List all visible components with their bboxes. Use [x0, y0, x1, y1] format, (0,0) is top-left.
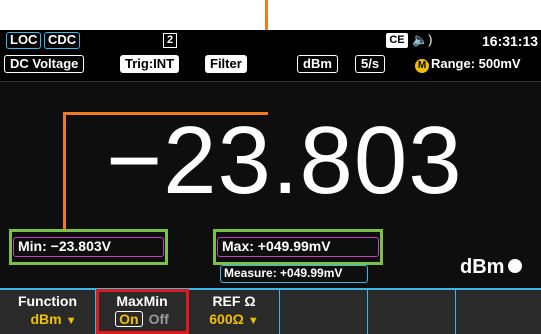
- softkey-function-title: Function: [17, 293, 78, 309]
- softkey-function-value: dBm ▼: [0, 310, 95, 330]
- status-dot-icon: [508, 259, 523, 273]
- interface-badge: CDC: [44, 32, 81, 49]
- softkey-ref-value-text: 600Ω: [209, 311, 244, 327]
- remote-status-badge[interactable]: LOC: [6, 32, 42, 49]
- page-indicator: 2: [163, 33, 177, 48]
- softkey-function-value-text: dBm: [30, 311, 62, 327]
- double-chevron-down-icon: ▼: [65, 315, 77, 327]
- main-reading: −23.803: [106, 107, 463, 214]
- range-label: Range: 500mV: [431, 56, 521, 71]
- unit-label: dBm: [460, 256, 523, 279]
- max-value-box: Max: +049.99mV: [217, 237, 379, 257]
- softkey-4[interactable]: [280, 290, 368, 334]
- callout-line-left: [63, 112, 66, 232]
- measure-value-box: Measure: +049.99mV: [220, 265, 368, 283]
- softkey-bar: Function dBm ▼ MaxMin On Off REF Ω 600Ω ▼: [0, 288, 541, 334]
- double-chevron-down-icon: ▼: [247, 315, 259, 327]
- softkey-ref-title: REF Ω: [212, 293, 256, 309]
- callout-line-horizontal: [63, 112, 268, 115]
- manual-range-icon: M: [415, 59, 429, 73]
- status-bar: LOC CDC 2 CE 🔈) 16:31:13: [0, 30, 541, 52]
- range-badge[interactable]: M Range: 500mV: [413, 55, 526, 73]
- unit-text: dBm: [460, 256, 505, 278]
- mode-bar: DC Voltage Trig:INT Filter dBm 5/s M Rang…: [0, 53, 541, 75]
- maxmin-highlight: [96, 289, 189, 334]
- unit-mode-badge[interactable]: dBm: [297, 55, 338, 73]
- clock: 16:31:13: [482, 33, 539, 49]
- ce-icon: CE: [386, 33, 408, 48]
- softkey-5[interactable]: [368, 290, 456, 334]
- softkey-ref-value: 600Ω ▼: [189, 310, 279, 330]
- speaker-icon[interactable]: 🔈): [412, 32, 433, 48]
- rate-badge[interactable]: 5/s: [355, 55, 386, 73]
- softkey-function[interactable]: Function dBm ▼: [0, 290, 96, 334]
- softkey-ref-ohm[interactable]: REF Ω 600Ω ▼: [189, 290, 280, 334]
- min-value-box: Min: −23.803V: [13, 237, 164, 257]
- trigger-badge[interactable]: Trig:INT: [120, 55, 180, 73]
- filter-badge[interactable]: Filter: [205, 55, 247, 73]
- function-badge[interactable]: DC Voltage: [4, 55, 85, 73]
